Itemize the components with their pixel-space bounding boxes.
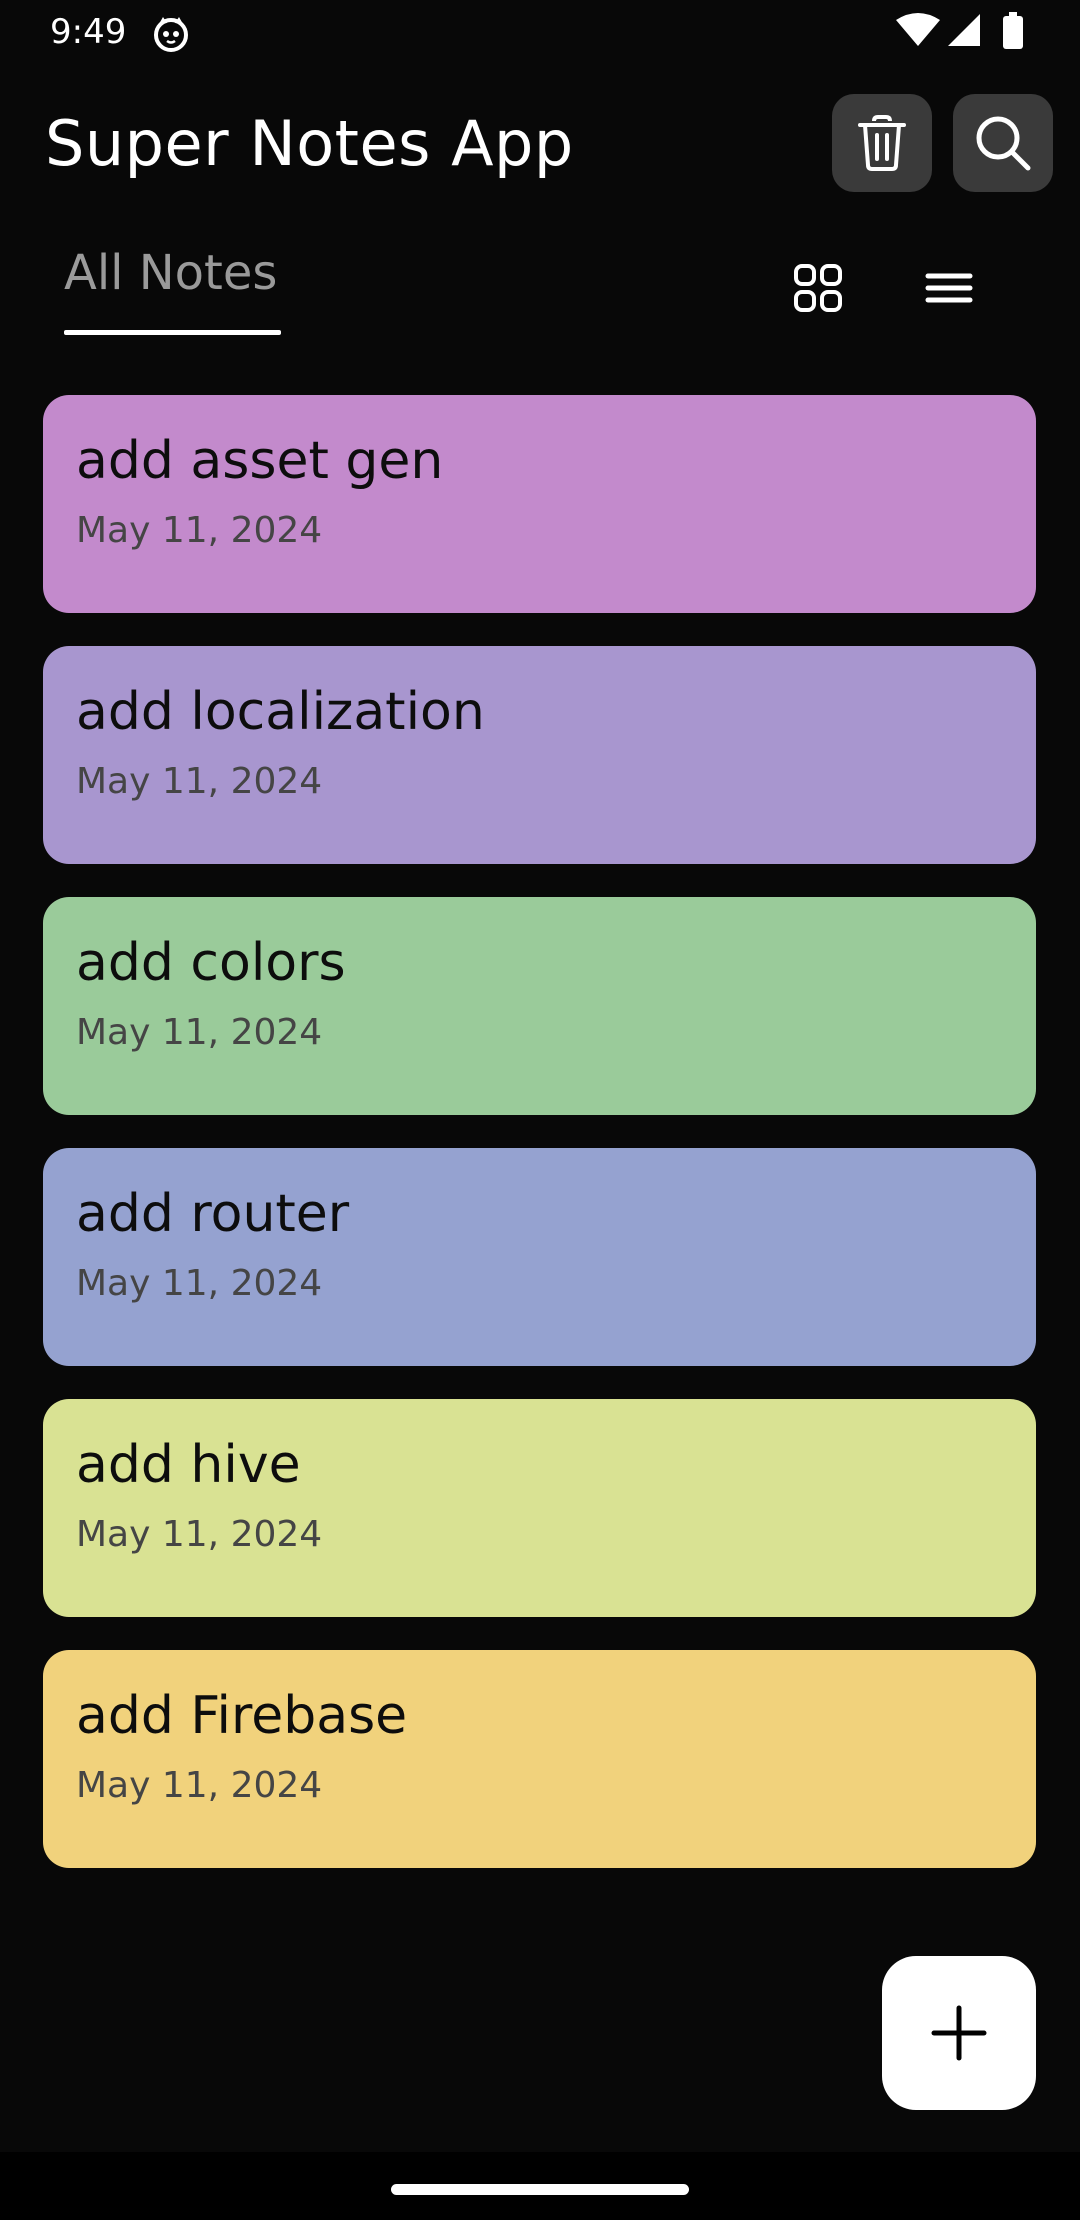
trash-icon xyxy=(858,115,906,171)
note-title: add Firebase xyxy=(76,1686,408,1746)
delete-button[interactable] xyxy=(832,94,932,192)
status-icons xyxy=(896,12,1036,52)
note-card[interactable]: add router May 11, 2024 xyxy=(43,1148,1036,1366)
grid-view-button[interactable] xyxy=(790,260,846,316)
cat-face-icon xyxy=(152,14,190,52)
note-date: May 11, 2024 xyxy=(76,1012,323,1053)
note-date: May 11, 2024 xyxy=(76,761,323,802)
note-card[interactable]: add localization May 11, 2024 xyxy=(43,646,1036,864)
status-time: 9:49 xyxy=(50,12,127,52)
note-title: add localization xyxy=(76,682,485,742)
note-title: add hive xyxy=(76,1435,301,1495)
signal-icon xyxy=(948,14,980,46)
search-button[interactable] xyxy=(953,94,1053,192)
note-card[interactable]: add asset gen May 11, 2024 xyxy=(43,395,1036,613)
note-card[interactable]: add hive May 11, 2024 xyxy=(43,1399,1036,1617)
tab-all-notes[interactable]: All Notes xyxy=(64,243,277,303)
wifi-icon xyxy=(896,13,940,46)
note-title: add router xyxy=(76,1184,350,1244)
note-title: add asset gen xyxy=(76,431,444,491)
note-date: May 11, 2024 xyxy=(76,1765,323,1806)
note-date: May 11, 2024 xyxy=(76,1514,323,1555)
status-bar: 9:49 xyxy=(0,0,1080,64)
navigation-bar xyxy=(0,2152,1080,2220)
battery-icon xyxy=(1003,12,1023,49)
grid-view-icon xyxy=(794,264,842,312)
note-date: May 11, 2024 xyxy=(76,1263,323,1304)
list-view-icon xyxy=(925,273,973,303)
note-card[interactable]: add Firebase May 11, 2024 xyxy=(43,1650,1036,1868)
notes-list: add asset gen May 11, 2024 add localizat… xyxy=(43,395,1036,1901)
add-note-button[interactable] xyxy=(882,1956,1036,2110)
note-date: May 11, 2024 xyxy=(76,510,323,551)
home-gesture-handle[interactable] xyxy=(391,2184,689,2195)
search-icon xyxy=(976,116,1031,171)
app-title: Super Notes App xyxy=(45,107,574,180)
list-view-button[interactable] xyxy=(920,260,978,316)
tab-indicator xyxy=(64,330,281,335)
plus-icon xyxy=(931,2005,987,2061)
note-card[interactable]: add colors May 11, 2024 xyxy=(43,897,1036,1115)
note-title: add colors xyxy=(76,933,346,993)
